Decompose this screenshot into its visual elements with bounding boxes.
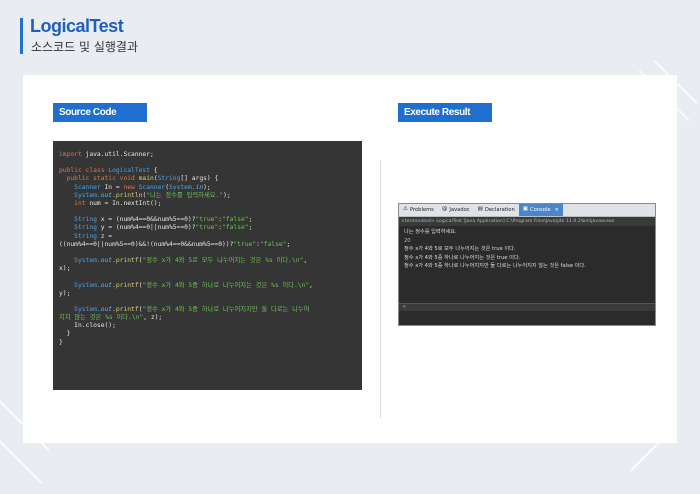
- page-subtitle: 소스코드 및 실행결과: [31, 40, 138, 54]
- background-stripe: [0, 440, 43, 484]
- source-code-text: import java.util.Scanner; public class L…: [59, 151, 313, 346]
- header-accent-bar: [20, 18, 23, 54]
- source-code-label: Source Code: [53, 103, 147, 122]
- background-stripe: [630, 441, 660, 472]
- console-line: 정수 x가 4와 5중 하나로 나누어지는 것은 true 이다.: [404, 254, 521, 261]
- at-icon: @: [441, 206, 448, 213]
- panel-divider: [380, 160, 381, 418]
- console-scrollbar[interactable]: <: [399, 303, 655, 311]
- tab-problems[interactable]: ⚠ Problems: [399, 204, 438, 216]
- console-line: 정수 x가 4와 5중 하나로 나누어지지만 둘 다로는 나누어지지 않는 것은…: [404, 263, 586, 269]
- execute-result-label: Execute Result: [398, 103, 492, 122]
- tab-declaration[interactable]: ▤ Declaration: [474, 204, 519, 216]
- console-line: 20: [404, 237, 411, 244]
- console-output: 나는 정수를 입력하세요. 20 정수 x가 4와 5로 모두 나누어지는 것은…: [399, 226, 655, 271]
- tab-console[interactable]: ▣ Console ✕: [518, 204, 563, 216]
- console-line: 정수 x가 4와 5로 모두 나누어지는 것은 true 이다.: [404, 246, 516, 252]
- console-icon: ▣: [522, 206, 528, 213]
- terminated-status: <terminated> LogicalTest [Java Applicati…: [399, 217, 655, 226]
- console-line: 나는 정수를 입력하세요.: [404, 229, 457, 235]
- page-title: LogicalTest: [30, 16, 124, 36]
- declaration-icon: ▤: [477, 206, 483, 213]
- tab-javadoc[interactable]: @ Javadoc: [438, 204, 474, 216]
- close-icon[interactable]: ✕: [555, 207, 559, 213]
- warning-icon: ⚠: [403, 206, 408, 213]
- console-window: ⚠ Problems @ Javadoc ▤ Declaration ▣ Con…: [398, 203, 656, 326]
- console-tab-bar: ⚠ Problems @ Javadoc ▤ Declaration ▣ Con…: [399, 204, 655, 217]
- source-code-panel: import java.util.Scanner; public class L…: [53, 141, 362, 390]
